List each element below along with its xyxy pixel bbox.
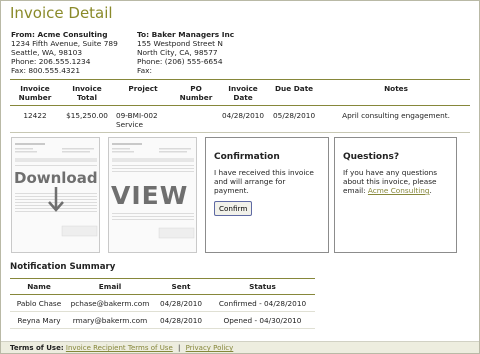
- page-title: Invoice Detail: [10, 4, 113, 22]
- to-line: Fax:: [137, 66, 152, 75]
- notification-table: Name Email Sent Status Pablo Chase pchas…: [10, 278, 315, 329]
- download-invoice-thumbnail[interactable]: Download: [11, 137, 100, 253]
- confirm-button[interactable]: Confirm: [214, 201, 253, 216]
- cell-invoice-date: 04/28/2010: [222, 111, 265, 120]
- from-line: Seattle, WA, 98103: [11, 48, 83, 57]
- cell-po-number: [172, 106, 220, 133]
- col-header-invoice-number: Invoice Number: [18, 84, 52, 102]
- from-heading: From: Acme Consulting: [11, 30, 108, 39]
- footer-separator: |: [178, 344, 181, 352]
- from-line: Phone: 206.555.1234: [11, 57, 91, 66]
- col-header-notes: Notes: [384, 84, 408, 93]
- questions-panel: Questions? If you have any questions abo…: [334, 137, 457, 253]
- cell-invoice-number: 12422: [23, 111, 47, 120]
- questions-text-block: If you have any questions about this inv…: [343, 168, 450, 195]
- download-label: Download: [14, 169, 98, 187]
- to-line: 155 Westpond Street N: [137, 39, 223, 48]
- view-invoice-thumbnail[interactable]: VIEW: [108, 137, 197, 253]
- acme-consulting-email-link[interactable]: Acme Consulting: [368, 186, 430, 195]
- col-header-status: Status: [249, 282, 276, 291]
- questions-title: Questions?: [343, 152, 400, 162]
- footer-label: Terms of Use:: [10, 344, 64, 352]
- col-header-project: Project: [128, 84, 158, 93]
- col-header-email: Email: [98, 282, 122, 291]
- to-line: North City, CA, 98577: [137, 48, 218, 57]
- to-line: Phone: (206) 555-6654: [137, 57, 223, 66]
- privacy-policy-link[interactable]: Privacy Policy: [186, 344, 234, 352]
- from-line: 1234 Fifth Avenue, Suite 789: [11, 39, 118, 48]
- cell-invoice-total: $15,250.00: [66, 111, 108, 120]
- col-header-sent: Sent: [171, 282, 191, 291]
- col-header-invoice-total: Invoice Total: [72, 84, 102, 102]
- view-label: VIEW: [111, 181, 189, 210]
- cell-project: 09-BMI-002 Service: [116, 111, 158, 129]
- cell-notes: April consulting engagement.: [342, 111, 450, 120]
- table-row: Pablo Chase pchase@bakerm.com 04/28/2010…: [10, 295, 315, 312]
- cell-status: Confirmed - 04/28/2010: [218, 299, 307, 308]
- confirmation-title: Confirmation: [214, 152, 280, 162]
- footer-bar: Terms of Use: Invoice Recipient Terms of…: [1, 341, 479, 353]
- col-header-name: Name: [27, 282, 51, 291]
- cell-status: Opened - 04/30/2010: [223, 316, 302, 325]
- notification-table-header: Name Email Sent Status: [10, 278, 315, 295]
- confirmation-panel: Confirmation I have received this invoic…: [205, 137, 329, 253]
- cell-sent: 04/28/2010: [159, 316, 203, 325]
- from-line: Fax: 800.555.4321: [11, 66, 81, 75]
- invoice-table: Invoice Number Invoice Total Project PO …: [10, 79, 470, 133]
- confirmation-text: I have received this invoice and will ar…: [214, 168, 314, 195]
- cell-sent: 04/28/2010: [159, 299, 203, 308]
- to-heading: To: Baker Managers Inc: [137, 30, 235, 39]
- cell-email: rmary@bakerm.com: [72, 316, 148, 325]
- download-arrow-icon: [48, 187, 64, 212]
- to-address: To: Baker Managers Inc 155 Westpond Stre…: [137, 30, 277, 75]
- table-row: Reyna Mary rmary@bakerm.com 04/28/2010 O…: [10, 312, 315, 329]
- table-row: 12422 $15,250.00 09-BMI-002 Service 04/2…: [10, 106, 470, 133]
- notification-summary-title: Notification Summary: [10, 262, 116, 272]
- cell-name: Pablo Chase: [16, 299, 62, 308]
- col-header-po-number: PO Number: [179, 84, 213, 102]
- cell-email: pchase@bakerm.com: [70, 299, 150, 308]
- questions-suffix: .: [429, 186, 432, 195]
- from-address: From: Acme Consulting 1234 Fifth Avenue,…: [11, 30, 141, 75]
- col-header-due-date: Due Date: [274, 84, 314, 93]
- cell-due-date: 05/28/2010: [273, 111, 316, 120]
- recipient-terms-link[interactable]: Invoice Recipient Terms of Use: [66, 344, 173, 352]
- invoice-table-header: Invoice Number Invoice Total Project PO …: [10, 79, 470, 106]
- cell-name: Reyna Mary: [17, 316, 61, 325]
- col-header-invoice-date: Invoice Date: [228, 84, 258, 102]
